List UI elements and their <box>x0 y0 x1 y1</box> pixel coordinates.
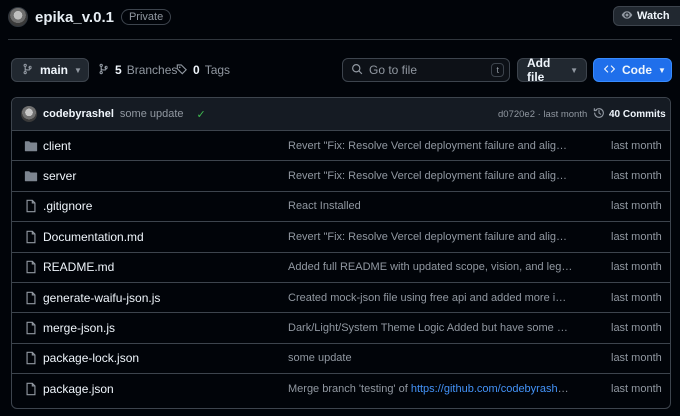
commit-message-text: Dark/Light/System Theme Logic Added but … <box>288 322 573 335</box>
commit-message-text: Merge branch 'testing' of <box>288 383 411 396</box>
commit-message-text: Revert "Fix: Resolve Vercel deployment f… <box>288 230 573 243</box>
branch-select-button[interactable]: main ▼ <box>11 58 89 82</box>
file-commit-message[interactable]: Merge branch 'testing' of https://github… <box>288 383 573 395</box>
visibility-badge: Private <box>120 9 172 25</box>
branches-label: Branches <box>126 63 178 77</box>
caret-down-icon: ▼ <box>570 65 578 75</box>
file-name-link[interactable]: Documentation.md <box>43 230 144 244</box>
commit-message-text: Revert "Fix: Resolve Vercel deployment f… <box>288 170 573 183</box>
latest-commit-bar: codebyrashel some update ✓ d0720e2 · las… <box>12 98 670 131</box>
commit-message-text: React Installed <box>288 200 361 213</box>
commit-message-text: Added full README with updated scope, vi… <box>288 261 573 274</box>
file-row[interactable]: server Revert "Fix: Resolve Vercel deploy… <box>12 161 670 192</box>
file-icon <box>24 321 38 335</box>
file-commit-message[interactable]: Revert "Fix: Resolve Vercel deployment f… <box>288 140 573 152</box>
file-icon <box>24 230 38 244</box>
branch-name: main <box>40 63 69 77</box>
file-name-link[interactable]: generate-waifu-json.js <box>43 291 160 305</box>
file-icon <box>24 382 38 396</box>
commits-count: 40 Commits <box>609 108 666 120</box>
file-date: last month <box>611 230 662 243</box>
owner-avatar[interactable] <box>8 7 28 27</box>
commit-message-text: Created mock-json file using free api an… <box>288 291 573 304</box>
repo-header: epika_v.0.1 Private <box>8 6 172 28</box>
shortcut-hint: t <box>491 63 504 77</box>
folder-icon <box>24 139 38 153</box>
watch-button[interactable]: Watch 0 <box>613 6 680 26</box>
file-row[interactable]: Documentation.md Revert "Fix: Resolve Ver… <box>12 222 670 253</box>
file-commit-message[interactable]: Dark/Light/System Theme Logic Added but … <box>288 322 573 334</box>
file-commit-message[interactable]: some update <box>288 352 573 364</box>
file-date: last month <box>611 291 662 304</box>
caret-down-icon: ▼ <box>658 65 666 75</box>
add-file-label: Add file <box>527 56 551 84</box>
header-divider <box>8 39 672 40</box>
check-icon[interactable]: ✓ <box>197 108 206 121</box>
file-commit-message[interactable]: Revert "Fix: Resolve Vercel deployment f… <box>288 170 573 182</box>
code-label: Code <box>622 63 652 77</box>
code-button[interactable]: Code ▼ <box>593 58 672 82</box>
file-name-link[interactable]: server <box>43 169 76 183</box>
go-to-file-input[interactable] <box>369 63 479 77</box>
commits-history-link[interactable]: 40 Commits <box>593 107 666 122</box>
commit-message-text: Revert "Fix: Resolve Vercel deployment f… <box>288 139 573 152</box>
commit-meta[interactable]: d0720e2 · last month <box>498 109 587 120</box>
file-list: client Revert "Fix: Resolve Vercel deploy… <box>12 131 670 405</box>
add-file-button[interactable]: Add file ▼ <box>517 56 587 84</box>
tags-count: 0 <box>193 63 200 77</box>
tag-icon <box>176 63 188 78</box>
file-date: last month <box>611 383 662 396</box>
file-row[interactable]: client Revert "Fix: Resolve Vercel deploy… <box>12 131 670 162</box>
author-avatar[interactable] <box>21 106 37 122</box>
file-commit-message[interactable]: Added full README with updated scope, vi… <box>288 261 573 273</box>
file-date: last month <box>611 261 662 274</box>
file-commit-message[interactable]: Revert "Fix: Resolve Vercel deployment f… <box>288 231 573 243</box>
file-browser: codebyrashel some update ✓ d0720e2 · las… <box>11 97 671 409</box>
file-date: last month <box>611 352 662 365</box>
file-icon <box>24 351 38 365</box>
commit-message-link[interactable]: https://github.com/codebyrashel/... <box>411 383 573 395</box>
file-row[interactable]: package.json Merge branch 'testing' of ht… <box>12 374 670 404</box>
file-icon <box>24 291 38 305</box>
file-icon <box>24 199 38 213</box>
branch-icon <box>22 63 34 78</box>
repo-name[interactable]: epika_v.0.1 <box>35 9 114 26</box>
file-row[interactable]: generate-waifu-json.js Created mock-json … <box>12 283 670 314</box>
folder-icon <box>24 169 38 183</box>
file-date: last month <box>611 139 662 152</box>
file-row[interactable]: merge-json.js Dark/Light/System Theme Log… <box>12 313 670 344</box>
file-date: last month <box>611 170 662 183</box>
watch-label: Watch <box>637 10 670 22</box>
file-name-link[interactable]: .gitignore <box>43 199 92 213</box>
file-name-link[interactable]: README.md <box>43 260 114 274</box>
file-icon <box>24 260 38 274</box>
file-name-link[interactable]: merge-json.js <box>43 321 115 335</box>
file-row[interactable]: .gitignore React Installed last month <box>12 192 670 223</box>
commit-message[interactable]: some update <box>120 108 184 120</box>
branches-link[interactable]: 5 Branches <box>98 58 177 82</box>
file-name-link[interactable]: package-lock.json <box>43 351 139 365</box>
eye-icon <box>621 9 633 24</box>
branch-icon <box>98 63 110 78</box>
commit-message-text: some update <box>288 352 352 365</box>
file-row[interactable]: package-lock.json some update last month <box>12 344 670 375</box>
tags-link[interactable]: 0 Tags <box>176 58 230 82</box>
code-icon <box>603 63 616 78</box>
file-commit-message[interactable]: React Installed <box>288 200 573 212</box>
file-date: last month <box>611 200 662 213</box>
caret-down-icon: ▼ <box>74 65 82 75</box>
branches-count: 5 <box>115 63 122 77</box>
tags-label: Tags <box>204 63 231 77</box>
history-icon <box>593 107 605 122</box>
file-name-link[interactable]: package.json <box>43 382 114 396</box>
file-row[interactable]: README.md Added full README with updated … <box>12 253 670 283</box>
file-date: last month <box>611 322 662 335</box>
file-name-link[interactable]: client <box>43 139 71 153</box>
search-icon <box>351 63 363 78</box>
commit-author[interactable]: codebyrashel <box>43 108 114 120</box>
go-to-file-box[interactable]: t <box>342 58 510 82</box>
file-commit-message[interactable]: Created mock-json file using free api an… <box>288 292 573 304</box>
